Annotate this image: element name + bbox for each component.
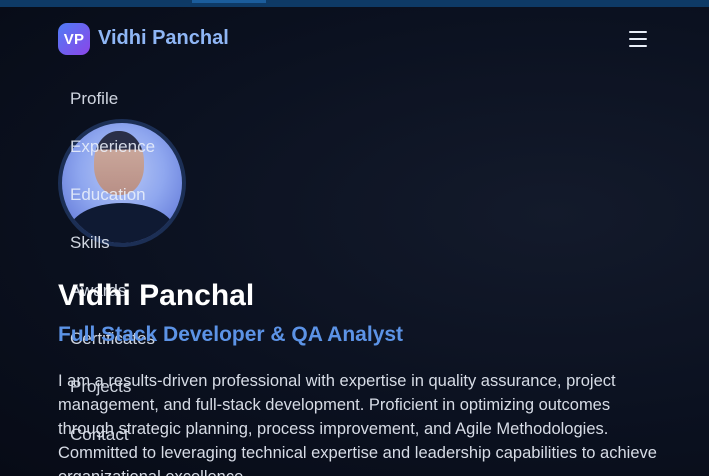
nav-item-profile[interactable]: Profile [70,87,230,135]
hero-bio: I am a results-driven professional with … [58,372,657,476]
nav-item-skills[interactable]: Skills [70,231,230,279]
nav-item-education[interactable]: Education [70,183,230,231]
menu-icon-bar [629,31,647,33]
nav-item-experience[interactable]: Experience [70,135,230,183]
portfolio-page: VP Vidhi Panchal Profile Experience Educ… [0,0,709,476]
hero-role: Full Stack Developer & QA Analyst [58,323,404,346]
logo-badge[interactable]: VP [58,23,90,55]
menu-icon-bar [629,45,647,47]
top-strip-accent [192,0,266,3]
top-strip [0,0,709,7]
menu-icon-bar [629,38,647,40]
hamburger-menu-button[interactable] [625,28,651,50]
brand-name[interactable]: Vidhi Panchal [98,27,229,50]
hero-name: Vidhi Panchal [58,279,255,312]
